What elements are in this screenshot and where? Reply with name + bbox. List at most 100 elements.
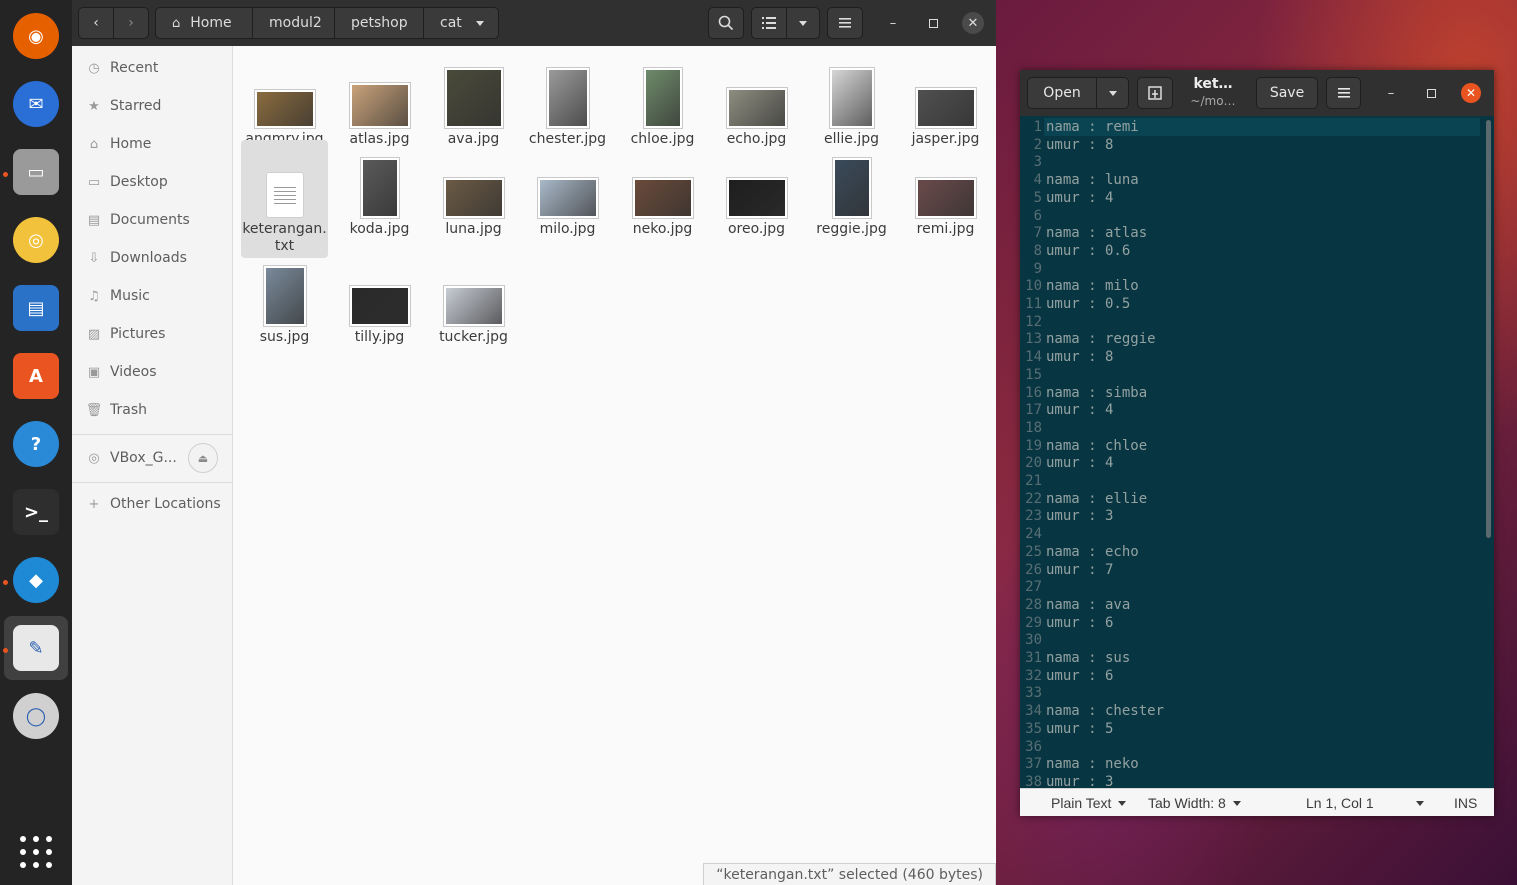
dock-terminal-launcher[interactable]: >_ — [4, 480, 68, 544]
sidebar-item-trash[interactable]: 🗑 Trash — [72, 391, 233, 429]
dock-files-launcher[interactable]: ▭ — [4, 140, 68, 204]
editor-line: 11 umur : 0.5 — [1020, 295, 1480, 313]
view-list-button[interactable] — [751, 7, 787, 39]
view-options-button[interactable] — [786, 7, 820, 39]
close-icon: ✕ — [967, 15, 979, 31]
sidebar-item-videos[interactable]: ▣ Videos — [72, 353, 233, 391]
file-item[interactable]: ellie.jpg — [808, 50, 895, 151]
dock-help-launcher[interactable]: ? — [4, 412, 68, 476]
eject-button[interactable]: ⏏ — [188, 443, 218, 473]
vertical-scrollbar[interactable] — [1486, 120, 1491, 538]
file-item[interactable]: milo.jpg — [524, 140, 611, 241]
file-item[interactable]: angmry.jpg — [241, 50, 328, 151]
sidebar-item-music[interactable]: ♫ Music — [72, 277, 233, 315]
sidebar-item-downloads[interactable]: ⇩ Downloads — [72, 239, 233, 277]
breadcrumb-cat[interactable]: cat — [423, 7, 499, 39]
new-tab-button[interactable] — [1137, 77, 1173, 109]
dock-thunderbird-launcher[interactable]: ✉ — [4, 72, 68, 136]
tab-width-selector[interactable]: Tab Width: 8 — [1148, 789, 1241, 817]
file-item[interactable]: jasper.jpg — [902, 50, 989, 151]
text-file-icon — [265, 172, 304, 218]
back-button[interactable]: ‹ — [78, 7, 114, 39]
file-item[interactable]: echo.jpg — [713, 50, 800, 151]
menu-button[interactable] — [827, 7, 863, 39]
line-number: 18 — [1025, 419, 1042, 436]
open-recent-button[interactable] — [1096, 77, 1129, 109]
file-item[interactable]: tucker.jpg — [430, 248, 517, 349]
sidebar-item-label: Home — [110, 136, 152, 152]
line-number: 30 — [1025, 632, 1042, 649]
editor-minimize-button[interactable]: – — [1380, 82, 1402, 104]
firefox-icon: ◉ — [13, 13, 59, 59]
insert-mode[interactable]: INS — [1454, 789, 1477, 817]
file-item[interactable]: oreo.jpg — [713, 140, 800, 241]
minimize-button[interactable]: – — [882, 12, 904, 34]
show-apps-button[interactable] — [4, 820, 68, 884]
editor-line: 24 — [1020, 525, 1480, 543]
chevron-down-icon — [1415, 800, 1424, 806]
chevron-down-icon — [1232, 800, 1241, 806]
language-selector[interactable]: Plain Text — [1051, 789, 1127, 817]
sidebar-item-starred[interactable]: ★ Starred — [72, 87, 233, 125]
close-button[interactable]: ✕ — [962, 12, 984, 34]
file-item[interactable]: tilly.jpg — [336, 248, 423, 349]
file-item[interactable]: keterangan. txt — [241, 140, 328, 258]
sidebar-item-desktop[interactable]: ▭ Desktop — [72, 163, 233, 201]
file-item[interactable]: remi.jpg — [902, 140, 989, 241]
breadcrumb-petshop[interactable]: petshop — [334, 7, 424, 39]
file-item[interactable]: neko.jpg — [619, 140, 706, 241]
file-item[interactable]: chester.jpg — [524, 50, 611, 151]
editor-line: 10 nama : milo — [1020, 277, 1480, 295]
breadcrumb-label: petshop — [351, 15, 408, 31]
editor-close-button[interactable]: ✕ — [1461, 83, 1481, 103]
dock-dvd-launcher[interactable]: ◯ — [4, 684, 68, 748]
download-icon: ⇩ — [88, 250, 100, 266]
editor-line: 23 umur : 3 — [1020, 507, 1480, 525]
editor-line: 4 nama : luna — [1020, 171, 1480, 189]
dock: ◉ ✉ ▭ ◎ ▤ A? >_ ◆ ✎ ◯ — [0, 0, 72, 885]
sidebar-item-documents[interactable]: ▤ Documents — [72, 201, 233, 239]
file-item[interactable]: reggie.jpg — [808, 140, 895, 241]
save-button[interactable]: Save — [1256, 77, 1318, 109]
line-text: umur : 3 — [1046, 508, 1114, 525]
file-item[interactable]: sus.jpg — [241, 248, 328, 349]
file-item[interactable]: luna.jpg — [430, 140, 517, 241]
dock-firefox-launcher[interactable]: ◉ — [4, 4, 68, 68]
file-thumbnail-area — [241, 248, 328, 328]
editor-maximize-button[interactable] — [1420, 82, 1442, 104]
search-button[interactable] — [708, 7, 744, 39]
sidebar-item-other-locations[interactable]: + Other Locations — [72, 485, 233, 523]
file-thumbnail-area — [902, 140, 989, 220]
dock-vscode-launcher[interactable]: ◆ — [4, 548, 68, 612]
breadcrumb-home[interactable]: ⌂ Home — [155, 7, 253, 39]
sidebar-item-device[interactable]: ◎ VBox_G... ⏏ — [72, 439, 233, 477]
file-item[interactable]: chloe.jpg — [619, 50, 706, 151]
dock-rhythmbox-launcher[interactable]: ◎ — [4, 208, 68, 272]
sidebar-item-recent[interactable]: ◷ Recent — [72, 49, 233, 87]
status-bar: “keterangan.txt” selected (460 bytes) — [703, 863, 996, 885]
text-view[interactable]: 1 nama : remi 2 umur : 8 3 4 nama : luna 5 umur … — [1020, 116, 1494, 788]
editor-menu-button[interactable] — [1326, 77, 1361, 109]
open-button[interactable]: Open — [1027, 77, 1097, 109]
image-thumbnail — [443, 178, 504, 218]
dvd-icon: ◯ — [13, 693, 59, 739]
file-item[interactable]: atlas.jpg — [336, 50, 423, 151]
maximize-button[interactable] — [922, 12, 944, 34]
cursor-position[interactable]: Ln 1, Col 1 — [1306, 789, 1424, 817]
line-number: 22 — [1025, 490, 1042, 507]
sidebar-item-pictures[interactable]: ▨ Pictures — [72, 315, 233, 353]
file-item[interactable]: koda.jpg — [336, 140, 423, 241]
dock-text-editor-launcher[interactable]: ✎ — [4, 616, 68, 680]
image-thumbnail — [832, 158, 871, 218]
sidebar-item-label: Downloads — [110, 250, 187, 266]
dock-writer-launcher[interactable]: ▤ — [4, 276, 68, 340]
file-item[interactable]: ava.jpg — [430, 50, 517, 151]
star-icon: ★ — [88, 98, 100, 114]
sidebar-item-home[interactable]: ⌂ Home — [72, 125, 233, 163]
dock-software-launcher[interactable]: A — [4, 344, 68, 408]
line-number: 3 — [1033, 154, 1042, 171]
editor-line: 26 umur : 7 — [1020, 561, 1480, 579]
image-thumbnail — [546, 68, 589, 128]
line-number: 19 — [1025, 437, 1042, 454]
forward-button[interactable]: › — [113, 7, 149, 39]
